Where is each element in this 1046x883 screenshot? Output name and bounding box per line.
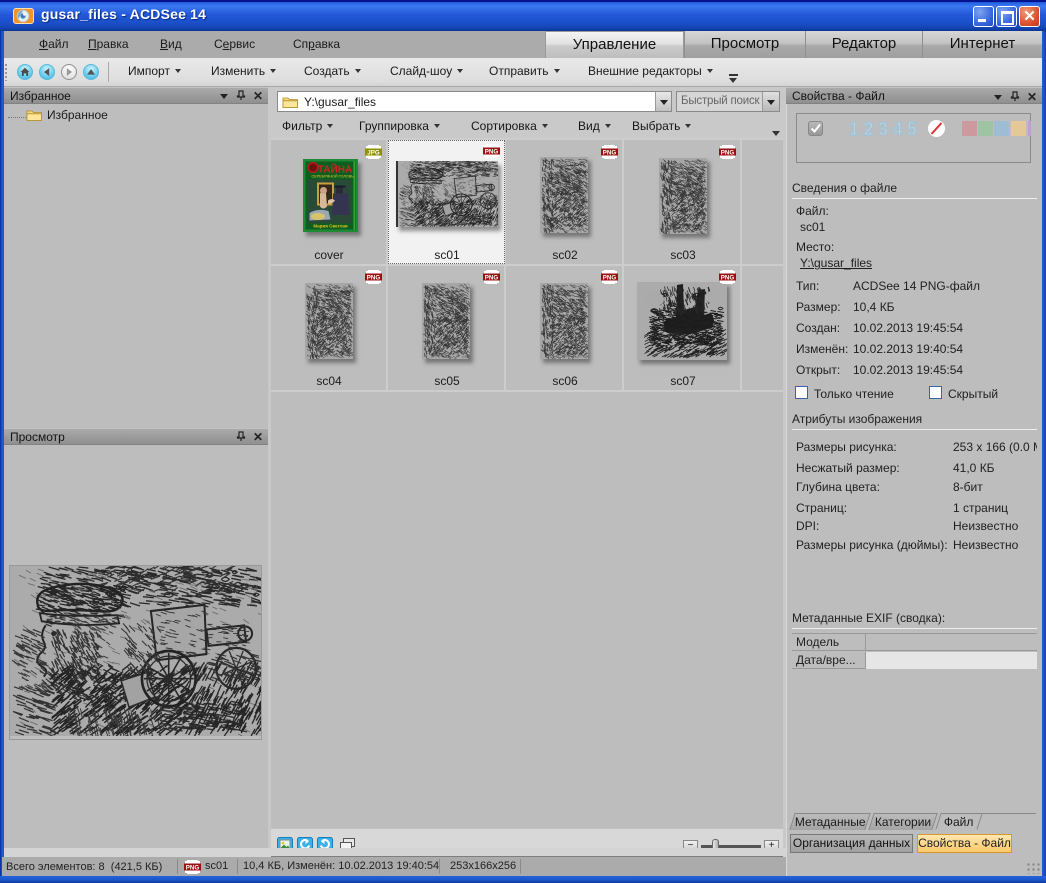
- svg-text:PNG: PNG: [603, 274, 617, 281]
- svg-text:Мария Светлая: Мария Светлая: [313, 224, 348, 229]
- svg-text:PNG: PNG: [721, 274, 735, 281]
- svg-text:PNG: PNG: [603, 149, 617, 156]
- svg-text:PNG: PNG: [186, 864, 200, 871]
- svg-text:PNG: PNG: [367, 274, 381, 281]
- svg-text:PNG: PNG: [485, 148, 499, 155]
- svg-text:PNG: PNG: [485, 274, 499, 281]
- svg-text:JPG: JPG: [367, 149, 380, 156]
- svg-text:СЕРЕБРЯНОЙ ГОЛОВЫ: СЕРЕБРЯНОЙ ГОЛОВЫ: [311, 175, 355, 179]
- svg-text:ТАЙНА: ТАЙНА: [318, 163, 352, 176]
- svg-text:PNG: PNG: [721, 149, 735, 156]
